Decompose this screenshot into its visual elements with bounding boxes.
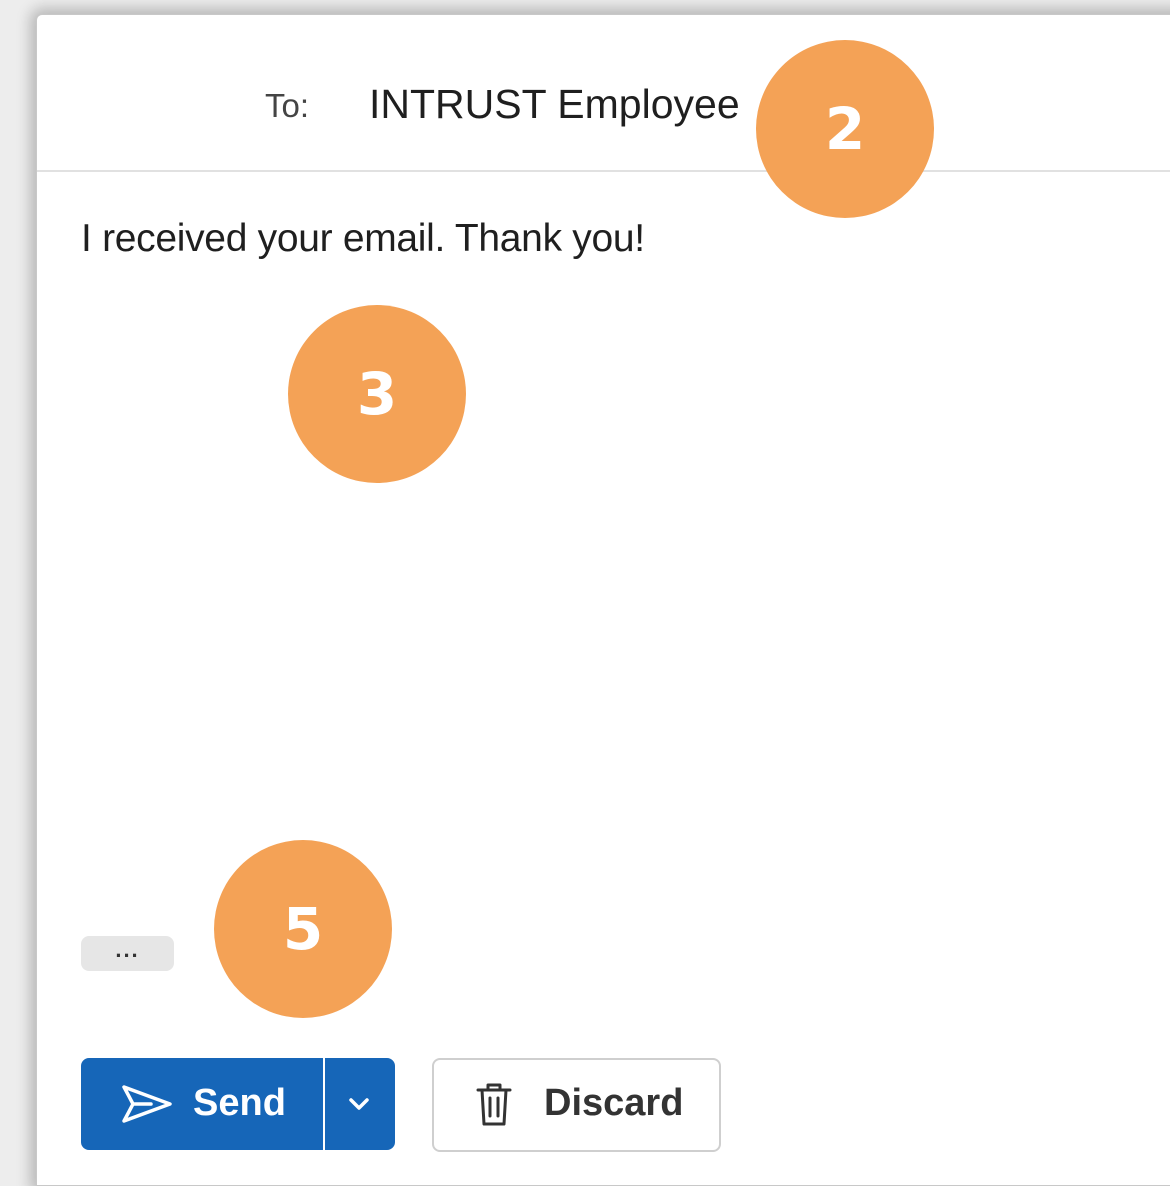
- step-badge-3: 3: [288, 305, 466, 483]
- send-split-button: Send: [81, 1058, 395, 1150]
- chevron-down-icon: [349, 1098, 369, 1110]
- step-badge-2: 2: [756, 40, 934, 218]
- discard-button[interactable]: Discard: [432, 1058, 721, 1152]
- send-options-dropdown[interactable]: [325, 1058, 395, 1150]
- trash-icon: [476, 1083, 512, 1126]
- compose-window: To: INTRUST Employee I received your ema…: [36, 14, 1170, 1186]
- send-label: Send: [193, 1082, 286, 1124]
- to-label: To:: [265, 87, 310, 124]
- more-options-button[interactable]: ...: [81, 936, 174, 971]
- to-field-row[interactable]: To: INTRUST Employee: [37, 15, 1170, 172]
- step-badge-5: 5: [214, 840, 392, 1018]
- discard-label: Discard: [544, 1082, 684, 1124]
- recipient-chip[interactable]: INTRUST Employee: [369, 81, 740, 128]
- send-icon: [122, 1085, 172, 1123]
- send-button[interactable]: Send: [81, 1058, 323, 1150]
- message-body[interactable]: I received your email. Thank you!: [81, 217, 645, 261]
